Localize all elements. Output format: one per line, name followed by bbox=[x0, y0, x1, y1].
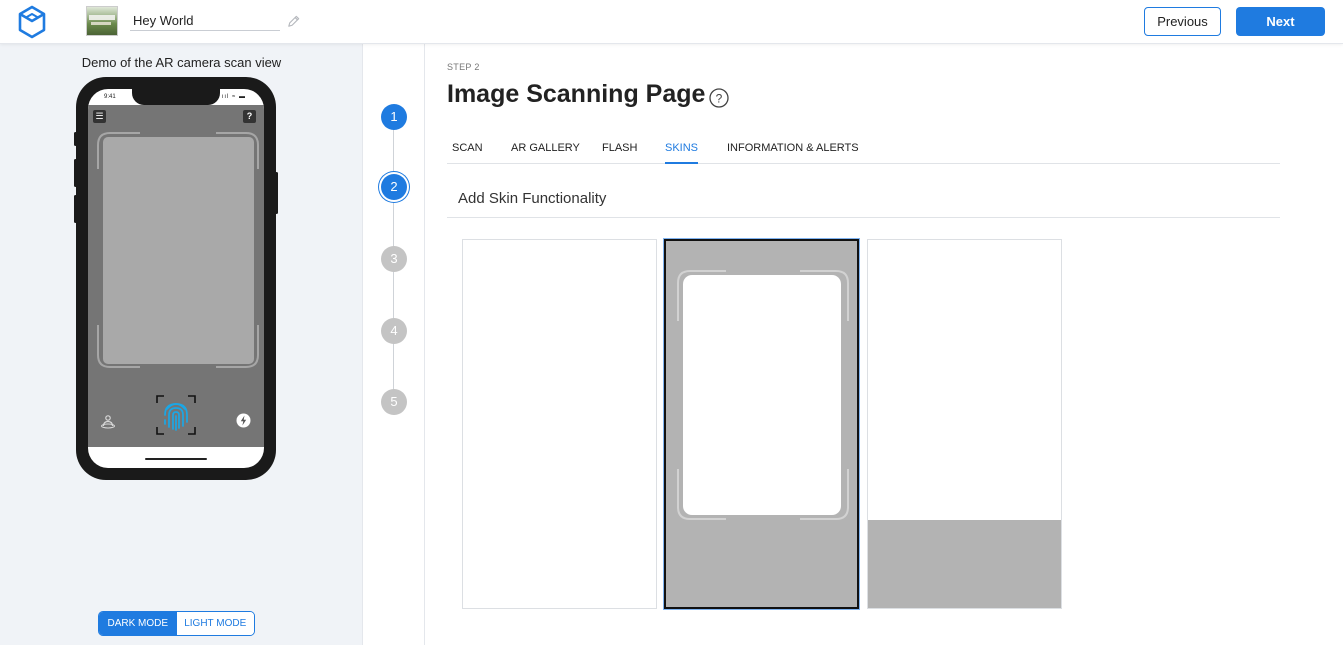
step-2[interactable]: 2 bbox=[381, 174, 407, 200]
tab-bar: SCAN AR GALLERY FLASH SKINS INFORMATION … bbox=[447, 140, 1280, 164]
help-icon[interactable]: ? bbox=[243, 110, 256, 123]
phone-screen: 9:41 ııl ≈ ▬ ☰ ? bbox=[88, 89, 264, 468]
question-circle-icon[interactable]: ? bbox=[709, 88, 729, 108]
tab-ar-gallery[interactable]: AR GALLERY bbox=[511, 142, 580, 164]
step-label: STEP 2 bbox=[447, 62, 480, 72]
logo-cube-icon[interactable] bbox=[17, 5, 47, 39]
camera-view: ☰ ? bbox=[88, 105, 264, 447]
menu-icon[interactable]: ☰ bbox=[93, 110, 106, 123]
main-content: STEP 2 Image Scanning Page ? SCAN AR GAL… bbox=[426, 44, 1343, 645]
preview-pane: Demo of the AR camera scan view 9:41 ııl… bbox=[0, 44, 363, 645]
phone-notch bbox=[132, 89, 220, 105]
mode-toggle: DARK MODE LIGHT MODE bbox=[98, 611, 255, 636]
step-5[interactable]: 5 bbox=[381, 389, 407, 415]
phone-mockup: 9:41 ııl ≈ ▬ ☰ ? bbox=[74, 77, 278, 480]
scan-window bbox=[103, 137, 254, 364]
skin-bottom-panel bbox=[868, 520, 1061, 608]
previous-button[interactable]: Previous bbox=[1144, 7, 1221, 36]
section-divider bbox=[447, 217, 1280, 218]
section-title: Add Skin Functionality bbox=[458, 190, 607, 207]
dark-mode-button[interactable]: DARK MODE bbox=[99, 612, 177, 635]
skin-scan-window bbox=[683, 275, 841, 515]
tab-flash[interactable]: FLASH bbox=[602, 142, 637, 164]
step-1[interactable]: 1 bbox=[381, 104, 407, 130]
tab-skins[interactable]: SKINS bbox=[665, 142, 699, 164]
preview-caption: Demo of the AR camera scan view bbox=[81, 55, 282, 70]
light-mode-button[interactable]: LIGHT MODE bbox=[176, 612, 254, 635]
home-indicator bbox=[145, 458, 207, 460]
ar-person-icon[interactable] bbox=[100, 413, 116, 429]
help-glyph: ? bbox=[716, 92, 723, 106]
top-bar: Previous Next bbox=[0, 0, 1343, 44]
tab-information-alerts[interactable]: INFORMATION & ALERTS bbox=[727, 142, 859, 164]
step-navigator: 1 2 3 4 5 bbox=[363, 44, 425, 645]
flash-icon[interactable] bbox=[236, 413, 251, 428]
status-time: 9:41 bbox=[104, 94, 116, 100]
skin-option-blank[interactable] bbox=[462, 239, 657, 609]
project-thumbnail[interactable] bbox=[86, 6, 118, 36]
status-icons: ııl ≈ ▬ bbox=[221, 94, 246, 100]
pencil-icon[interactable] bbox=[286, 14, 301, 29]
fingerprint-icon[interactable] bbox=[156, 395, 196, 435]
project-name-input[interactable] bbox=[130, 11, 280, 31]
skin-option-scan-frame[interactable] bbox=[664, 239, 859, 609]
tab-scan[interactable]: SCAN bbox=[452, 142, 483, 164]
step-4[interactable]: 4 bbox=[381, 318, 407, 344]
next-button[interactable]: Next bbox=[1236, 7, 1325, 36]
page-title: Image Scanning Page bbox=[447, 80, 706, 108]
step-3[interactable]: 3 bbox=[381, 246, 407, 272]
skin-option-bottom-panel[interactable] bbox=[867, 239, 1062, 609]
